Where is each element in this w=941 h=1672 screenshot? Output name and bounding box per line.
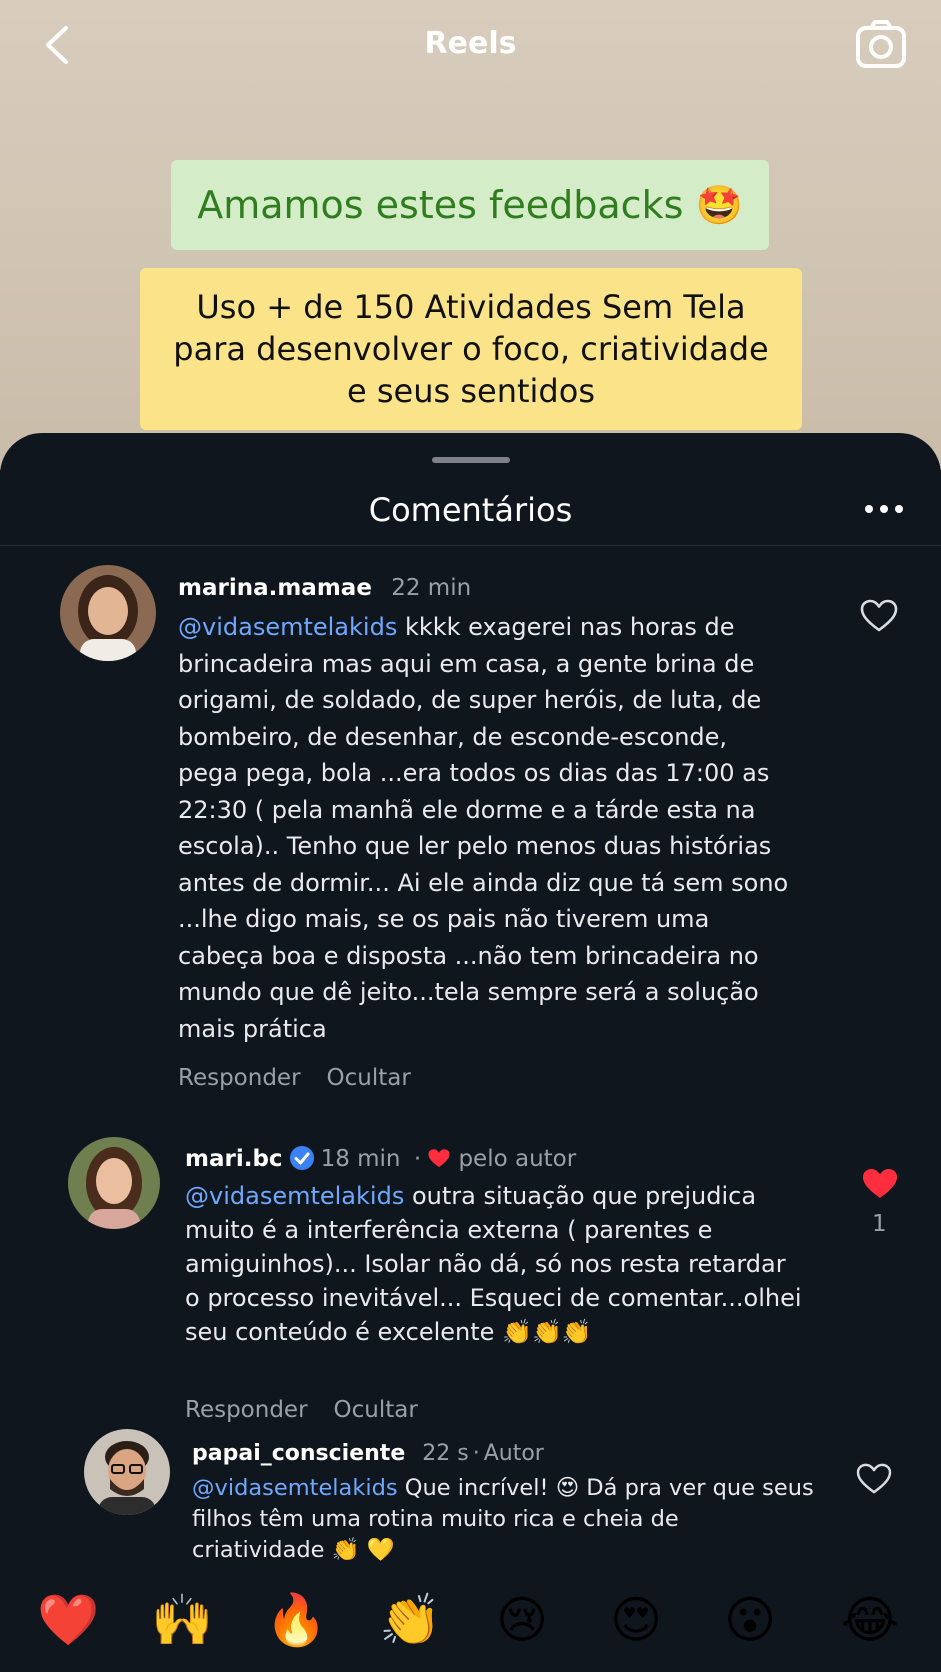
username[interactable]: marina.mamae [178,575,372,601]
hide-button[interactable]: Ocultar [327,1065,411,1091]
heart-filled-icon [863,1169,897,1198]
headline-card: Amamos estes feedbacks 🤩 [171,160,769,250]
comment-meta: marina.mamae 22 min [178,575,471,601]
mention-link[interactable]: @vidasemtelakids [178,613,397,641]
comment-actions: Responder Ocultar [178,1065,437,1091]
comment-text: @vidasemtelakids outra situação que prej… [185,1179,805,1349]
comments-title: Comentários [368,491,573,529]
reaction-wow[interactable]: 😮 [720,1590,780,1650]
comment-body: kkkk exagerei nas horas de brincadeira m… [178,613,789,1043]
like-button[interactable] [861,1167,899,1205]
comment-text: @vidasemtelakids kkkk exagerei nas horas… [178,609,798,1047]
username[interactable]: mari.bc [185,1146,283,1172]
reaction-clap[interactable]: 👏 [379,1590,441,1650]
reaction-cry[interactable]: 😢 [492,1590,552,1650]
like-button[interactable] [860,599,898,637]
separator-dot: · [472,1441,480,1466]
timestamp: 18 min [320,1146,401,1172]
reply-button[interactable]: Responder [185,1397,308,1423]
camera-button[interactable] [855,18,907,70]
comment-actions: Responder Ocultar [185,1397,444,1423]
drag-handle[interactable] [432,457,510,463]
heart-filled-icon [428,1149,450,1168]
page-title: Reels [424,26,517,61]
mention-link[interactable]: @vidasemtelakids [185,1182,404,1210]
dot-icon [895,505,903,513]
top-bar: Reels [0,0,941,92]
reaction-heart-eyes[interactable]: 😍 [606,1590,666,1650]
avatar[interactable] [68,1137,160,1229]
avatar-woman-icon [60,565,156,661]
comment-text: @vidasemtelakids Que incrível! 😍 Dá pra … [192,1473,832,1566]
avatar-woman-icon [68,1137,160,1229]
avatar[interactable] [60,565,156,661]
more-options-button[interactable] [865,505,903,517]
hide-button[interactable]: Ocultar [334,1397,418,1423]
comments-sheet: Comentários marina.mamae 22 min @vidasem… [0,433,941,1672]
divider [0,545,941,546]
reaction-raised-hands[interactable]: 🙌 [151,1590,213,1650]
like-count: 1 [872,1211,887,1237]
reply-button[interactable]: Responder [178,1065,301,1091]
verified-badge-icon [289,1146,314,1170]
avatar-man-icon [84,1429,170,1515]
author-label: Autor [483,1441,544,1466]
heart-outline-icon [860,599,898,632]
avatar[interactable] [84,1429,170,1515]
like-button[interactable] [856,1463,892,1499]
comment-meta: mari.bc 18 min · pelo autor [185,1145,576,1172]
reaction-heart[interactable]: ❤️ [37,1590,99,1650]
timestamp: 22 min [391,575,472,601]
reaction-bar: ❤️ 🙌 🔥 👏 😢 😍 😮 😂 [0,1590,941,1660]
subline-text: Uso + de 150 Atividades Sem Tela para de… [173,288,769,410]
subline-card: Uso + de 150 Atividades Sem Tela para de… [140,268,802,430]
mention-link[interactable]: @vidasemtelakids [192,1475,398,1501]
dot-icon [880,505,888,513]
reaction-laugh[interactable]: 😂 [840,1590,900,1650]
comment-meta: papai_consciente 22 s · Autor [192,1441,544,1466]
reaction-fire[interactable]: 🔥 [265,1590,327,1650]
heart-outline-icon [856,1463,892,1494]
liked-by-author: pelo autor [458,1146,577,1172]
camera-icon [856,20,906,68]
dot-icon [865,505,873,513]
separator-dot: · [413,1146,422,1172]
timestamp: 22 s [422,1441,469,1466]
username[interactable]: papai_consciente [192,1441,405,1466]
